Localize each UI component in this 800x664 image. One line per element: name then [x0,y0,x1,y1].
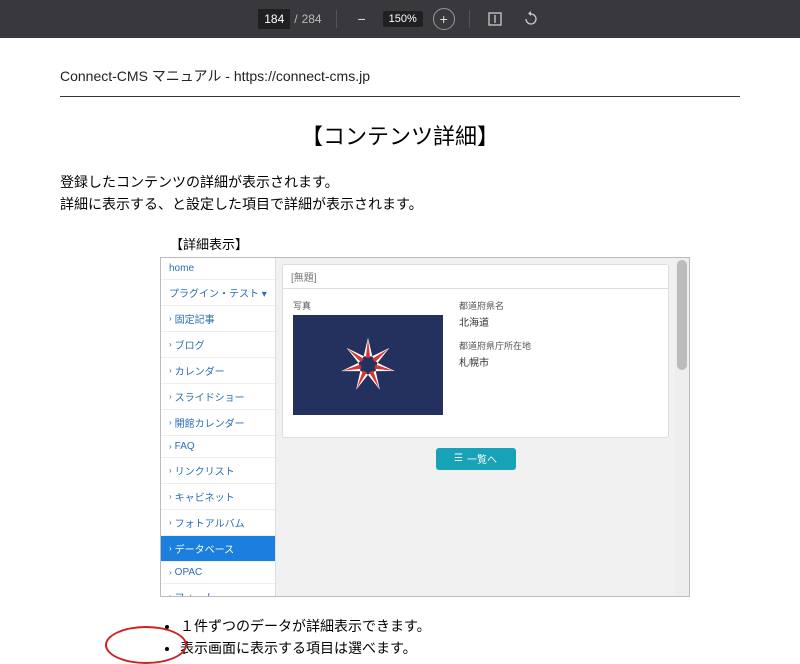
bullet-item: １件ずつのデータが詳細表示できます。 [180,615,740,637]
total-pages: 284 [302,12,322,26]
ss-sidebar-item[interactable]: ›OPAC [161,562,275,584]
rotate-icon [523,11,539,27]
ss-field-value: 札幌市 [459,354,531,369]
toolbar-divider [336,10,337,28]
ss-scroll-thumb[interactable] [677,260,687,370]
ss-sidebar-item-label: フォーム [175,589,215,597]
ss-scrollbar[interactable] [675,258,689,596]
chevron-right-icon: › [169,442,172,451]
ss-list-button[interactable]: ☰ 一覧へ [436,448,516,470]
intro-line: 詳細に表示する、と設定した項目で詳細が表示されます。 [60,193,740,215]
ss-sidebar-item[interactable]: ›キャビネット [161,484,275,510]
ss-flag-image [293,315,443,415]
bullet-list: １件ずつのデータが詳細表示できます。 表示画面に表示する項目は選べます。 [180,615,740,660]
bullet-item: 表示画面に表示する項目は選べます。 [180,637,740,659]
ss-sidebar-item-label: カレンダー [175,363,225,378]
ss-sidebar-item[interactable]: ›カレンダー [161,358,275,384]
ss-sidebar-item[interactable]: ›データベース [161,536,275,562]
ss-sidebar-item-label: 固定記事 [175,311,215,326]
chevron-right-icon: › [169,518,172,527]
document-page: Connect-CMS マニュアル - https://connect-cms.… [0,38,800,664]
ss-field-label: 都道府県名 [459,299,531,312]
ss-fields-column: 都道府県名 北海道 都道府県庁所在地 札幌市 [459,299,531,427]
ss-sidebar-item[interactable]: ›リンクリスト [161,458,275,484]
ss-sidebar-item-label: FAQ [175,441,195,452]
chevron-right-icon: › [169,314,172,323]
ss-card-title: [無題] [282,264,669,288]
ss-photo-column: 写真 [293,299,443,427]
ss-sidebar-item[interactable]: ›スライドショー [161,384,275,410]
ss-list-button-label: 一覧へ [467,451,497,466]
chevron-right-icon: › [169,466,172,475]
ss-sidebar-item[interactable]: ›FAQ [161,436,275,458]
ss-sidebar: homeプラグイン・テスト ▾›固定記事›ブログ›カレンダー›スライドショー›開… [161,258,276,596]
ss-sidebar-item[interactable]: ›フォトアルバム [161,510,275,536]
ss-sidebar-item-label: OPAC [175,567,203,578]
ss-sidebar-item[interactable]: プラグイン・テスト ▾ [161,280,275,306]
document-header: Connect-CMS マニュアル - https://connect-cms.… [60,66,740,97]
ss-sidebar-item-label: キャビネット [175,489,235,504]
chevron-right-icon: › [169,340,172,349]
ss-sidebar-item[interactable]: ›ブログ [161,332,275,358]
intro-paragraph: 登録したコンテンツの詳細が表示されます。 詳細に表示する、と設定した項目で詳細が… [60,171,740,216]
ss-sidebar-item-label: データベース [175,541,235,556]
page-separator: / [294,12,297,26]
subheading: 【詳細表示】 [170,234,740,253]
list-icon: ☰ [454,453,463,464]
chevron-right-icon: › [169,392,172,401]
current-page-input[interactable] [258,9,290,29]
chevron-right-icon: › [169,366,172,375]
ss-sidebar-item[interactable]: ›固定記事 [161,306,275,332]
ss-sidebar-item[interactable]: ›開館カレンダー [161,410,275,436]
ss-sidebar-item-label: リンクリスト [175,463,235,478]
intro-line: 登録したコンテンツの詳細が表示されます。 [60,171,740,193]
page-title: 【コンテンツ詳細】 [60,119,740,151]
ss-field-value: 北海道 [459,314,531,329]
annotation-ellipse [105,626,187,664]
ss-sidebar-item-label: ブログ [175,337,205,352]
embedded-screenshot: homeプラグイン・テスト ▾›固定記事›ブログ›カレンダー›スライドショー›開… [160,257,690,597]
chevron-right-icon: › [169,418,172,427]
page-indicator: / 284 [258,9,321,29]
ss-sidebar-item-label: プラグイン・テスト ▾ [169,285,267,300]
zoom-controls: − 150% + [351,8,455,30]
ss-sidebar-item[interactable]: home [161,258,275,280]
ss-photo-label: 写真 [293,299,443,312]
zoom-out-button[interactable]: − [351,8,373,30]
ss-sidebar-item-label: home [169,263,194,274]
ss-detail-card: 写真 [282,288,669,438]
rotate-button[interactable] [520,8,542,30]
ss-sidebar-item-label: フォトアルバム [175,515,245,530]
fit-page-icon [487,11,503,27]
chevron-right-icon: › [169,544,172,553]
toolbar-divider [469,10,470,28]
chevron-right-icon: › [169,568,172,577]
zoom-level: 150% [383,11,423,27]
ss-sidebar-item-label: 開館カレンダー [175,415,245,430]
ss-field-label: 都道府県庁所在地 [459,339,531,352]
hokkaido-flag-icon [332,329,404,401]
ss-sidebar-item[interactable]: ›フォーム [161,584,275,597]
zoom-in-button[interactable]: + [433,8,455,30]
pdf-viewer-toolbar: / 284 − 150% + [0,0,800,38]
ss-sidebar-item-label: スライドショー [175,389,245,404]
chevron-right-icon: › [169,592,172,597]
fit-page-button[interactable] [484,8,506,30]
ss-content-area: [無題] 写真 [276,258,675,596]
chevron-right-icon: › [169,492,172,501]
